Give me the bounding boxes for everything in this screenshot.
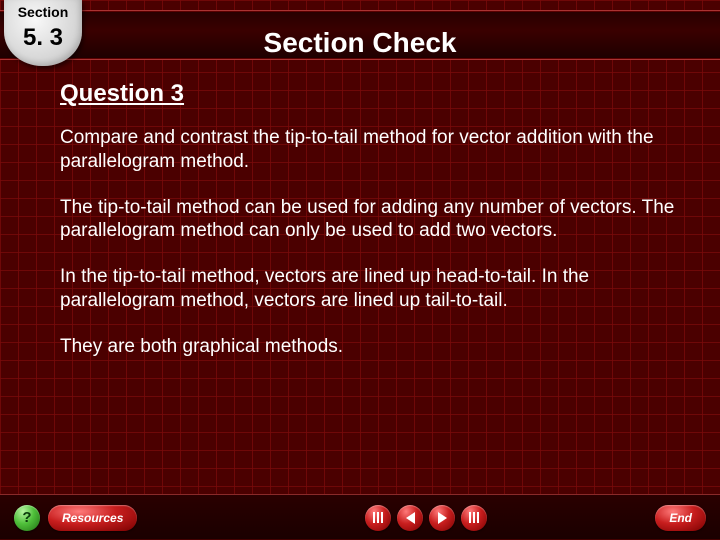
end-label: End	[669, 511, 692, 525]
last-icon	[469, 512, 479, 523]
last-button[interactable]	[461, 505, 487, 531]
slide: Section Check Section 5. 3 Question 3 Co…	[0, 0, 720, 540]
nav-right-group: End	[655, 505, 706, 531]
content-area: Question 3 Compare and contrast the tip-…	[60, 80, 680, 380]
prev-button[interactable]	[397, 505, 423, 531]
resources-button[interactable]: Resources	[48, 505, 137, 531]
bottom-nav-bar: ? Resources End	[0, 494, 720, 540]
help-icon: ?	[22, 509, 31, 526]
question-prompt: Compare and contrast the tip-to-tail met…	[60, 126, 680, 174]
resources-label: Resources	[62, 511, 123, 525]
next-button[interactable]	[429, 505, 455, 531]
section-badge: Section 5. 3	[4, 0, 82, 66]
help-button[interactable]: ?	[14, 505, 40, 531]
answer-paragraph-3: They are both graphical methods.	[60, 335, 680, 359]
arrow-right-icon	[438, 512, 447, 524]
header-bar: Section Check	[0, 10, 720, 60]
end-button[interactable]: End	[655, 505, 706, 531]
answer-paragraph-1: The tip-to-tail method can be used for a…	[60, 196, 680, 244]
nav-center-group	[197, 505, 655, 531]
section-number: 5. 3	[4, 24, 82, 52]
arrow-left-icon	[406, 512, 415, 524]
first-icon	[373, 512, 383, 523]
first-button[interactable]	[365, 505, 391, 531]
header-title: Section Check	[0, 27, 720, 59]
nav-left-group: ? Resources	[14, 505, 137, 531]
answer-paragraph-2: In the tip-to-tail method, vectors are l…	[60, 265, 680, 313]
question-title: Question 3	[60, 80, 680, 108]
section-label: Section	[4, 0, 82, 20]
